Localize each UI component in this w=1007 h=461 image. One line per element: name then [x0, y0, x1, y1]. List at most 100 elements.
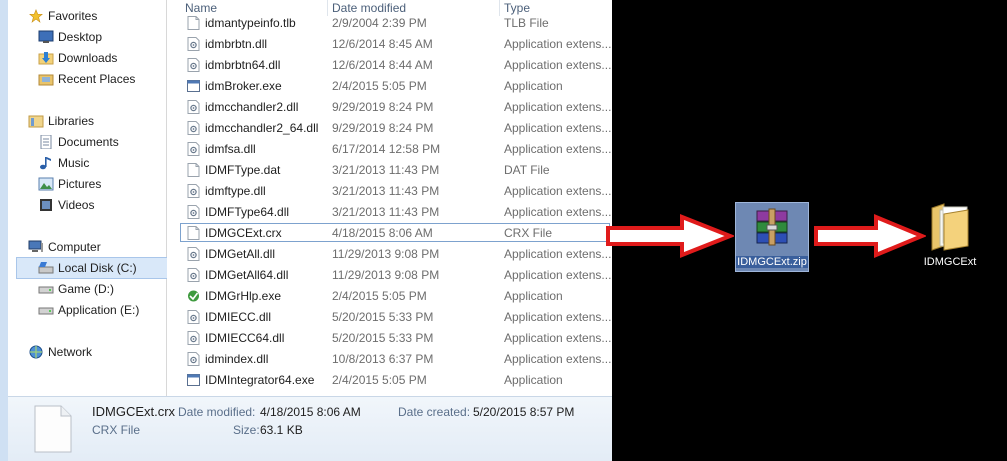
- file-name: idmindex.dll: [205, 352, 269, 366]
- file-type: Application extens...: [504, 205, 612, 219]
- file-date-modified: 2/9/2004 2:39 PM: [332, 16, 427, 30]
- details-size-label: Size:: [233, 423, 260, 437]
- file-type: Application extens...: [504, 352, 612, 366]
- exe-icon: [187, 373, 200, 387]
- nav-label: Recent Places: [58, 72, 136, 86]
- file-type: Application extens...: [504, 121, 612, 135]
- network-icon: [29, 345, 43, 359]
- file-name: idmfsa.dll: [205, 142, 256, 156]
- file-row[interactable]: idmantypeinfo.tlb 2/9/2004 2:39 PM TLB Fil…: [167, 13, 612, 33]
- file-type: Application extens...: [504, 268, 612, 282]
- file-type: Application: [504, 289, 563, 303]
- file-name: IDMGetAll64.dll: [205, 268, 289, 282]
- nav-local-disk[interactable]: Local Disk (C:): [16, 257, 174, 279]
- file-type: CRX File: [504, 226, 553, 240]
- file-date-modified: 4/18/2015 8:06 AM: [332, 226, 433, 240]
- star-icon: [29, 9, 43, 23]
- desktop-icon: [38, 30, 54, 43]
- dll-icon: [187, 205, 200, 219]
- file-row[interactable]: IDMIntegrator64.exe 2/4/2015 5:05 PM Appli…: [167, 370, 612, 390]
- music-icon: [40, 157, 51, 170]
- file-date-modified: 3/21/2013 11:43 PM: [332, 205, 440, 219]
- file-type: Application extens...: [504, 58, 612, 72]
- details-modified-label: Date modified:: [178, 405, 256, 419]
- dll-icon: [187, 142, 200, 156]
- file-type: Application extens...: [504, 310, 612, 324]
- downloads-folder-icon: [38, 52, 54, 65]
- file-name: idmcchandler2.dll: [205, 100, 299, 114]
- nav-label: Downloads: [58, 51, 118, 65]
- dll-icon: [187, 37, 200, 51]
- desktop-item-label: IDMGCExt.zip: [736, 256, 808, 268]
- nav-label: Videos: [58, 198, 95, 212]
- recent-places-icon: [38, 74, 54, 86]
- file-type: Application extens...: [504, 184, 612, 198]
- file-type: Application extens...: [504, 247, 612, 261]
- file-row[interactable]: idmcchandler2_64.dll 9/29/2019 8:24 PM App…: [167, 118, 612, 138]
- documents-icon: [40, 135, 52, 149]
- nav-label: Music: [58, 156, 90, 170]
- window-frame: [0, 0, 8, 461]
- file-row[interactable]: idmbrbtn.dll 12/6/2014 8:45 AM Application…: [167, 34, 612, 54]
- file-row[interactable]: IDMGrHlp.exe 2/4/2015 5:05 PM Application: [167, 286, 612, 306]
- file-row[interactable]: idmfsa.dll 6/17/2014 12:58 PM Application …: [167, 139, 612, 159]
- exe-icon: [187, 79, 200, 93]
- file-type: TLB File: [504, 16, 549, 30]
- file-row-selected[interactable]: IDMGCExt.crx 4/18/2015 8:06 AM CRX File: [167, 223, 612, 243]
- file-date-modified: 11/29/2013 9:08 PM: [332, 268, 440, 282]
- file-type: Application: [504, 79, 563, 93]
- dll-icon: [187, 331, 200, 345]
- details-filename: IDMGCExt.crx: [92, 404, 176, 419]
- idm-exe-icon: [187, 289, 200, 303]
- file-row[interactable]: IDMFType.dat 3/21/2013 11:43 PM DAT File: [167, 160, 612, 180]
- file-row[interactable]: idmftype.dll 3/21/2013 11:43 PM Applicatio…: [167, 181, 612, 201]
- nav-label: Documents: [58, 135, 119, 149]
- details-created-value: 5/20/2015 8:57 PM: [473, 405, 575, 419]
- nav-label: Game (D:): [58, 282, 115, 296]
- file-name: IDMFType.dat: [205, 163, 281, 177]
- file-type: Application: [504, 373, 563, 387]
- nav-label: Favorites: [48, 9, 98, 23]
- file-date-modified: 5/20/2015 5:33 PM: [332, 331, 434, 345]
- file-name: idmftype.dll: [205, 184, 266, 198]
- nav-label: Local Disk (C:): [58, 261, 137, 275]
- dll-icon: [187, 268, 200, 282]
- file-row[interactable]: idmbrbtn64.dll 12/6/2014 8:44 AM Applicati…: [167, 55, 612, 75]
- file-row[interactable]: IDMFType64.dll 3/21/2013 11:43 PM Applicat…: [167, 202, 612, 222]
- file-date-modified: 12/6/2014 8:44 AM: [332, 58, 433, 72]
- file-row[interactable]: IDMGetAll.dll 11/29/2013 9:08 PM Applicati…: [167, 244, 612, 264]
- file-name: idmbrbtn.dll: [205, 37, 268, 51]
- file-name: idmcchandler2_64.dll: [205, 121, 319, 135]
- file-date-modified: 6/17/2014 12:58 PM: [332, 142, 441, 156]
- file-name: IDMGetAll.dll: [205, 247, 276, 261]
- local-disk-icon: [38, 262, 54, 274]
- dll-icon: [187, 310, 200, 324]
- computer-icon: [28, 240, 43, 252]
- file-name: IDMGrHlp.exe: [205, 289, 282, 303]
- desktop-item-zip[interactable]: IDMGCExt.zip: [735, 202, 809, 272]
- file-preview-icon: [34, 405, 72, 453]
- file-name: IDMIECC.dll: [205, 310, 272, 324]
- pictures-icon: [38, 177, 54, 191]
- nav-label: Libraries: [48, 114, 95, 128]
- desktop-item-label: IDMGCExt: [923, 256, 977, 268]
- details-created-label: Date created:: [398, 405, 471, 419]
- file-name: IDMIECC64.dll: [205, 331, 285, 345]
- file-row[interactable]: idmcchandler2.dll 9/29/2019 8:24 PM Applic…: [167, 97, 612, 117]
- file-row[interactable]: IDMIECC64.dll 5/20/2015 5:33 PM Applicatio…: [167, 328, 612, 348]
- file-name: idmBroker.exe: [205, 79, 282, 93]
- file-row[interactable]: idmindex.dll 10/8/2013 6:37 PM Application…: [167, 349, 612, 369]
- file-date-modified: 10/8/2013 6:37 PM: [332, 352, 434, 366]
- nav-label: Desktop: [58, 30, 103, 44]
- right-arrow-icon: [606, 214, 734, 258]
- file-row[interactable]: IDMGetAll64.dll 11/29/2013 9:08 PM Applica…: [167, 265, 612, 285]
- desktop-item-folder[interactable]: IDMGCExt: [920, 200, 980, 272]
- file-type: DAT File: [504, 163, 550, 177]
- file-name: idmantypeinfo.tlb: [205, 16, 296, 30]
- file-list: Name Date modified Type idmantypeinfo.tl…: [167, 0, 612, 396]
- right-arrow-icon: [814, 214, 926, 258]
- file-date-modified: 9/29/2019 8:24 PM: [332, 121, 434, 135]
- file-row[interactable]: idmBroker.exe 2/4/2015 5:05 PM Application: [167, 76, 612, 96]
- file-row[interactable]: IDMIECC.dll 5/20/2015 5:33 PM Application …: [167, 307, 612, 327]
- file-date-modified: 11/29/2013 9:08 PM: [332, 247, 440, 261]
